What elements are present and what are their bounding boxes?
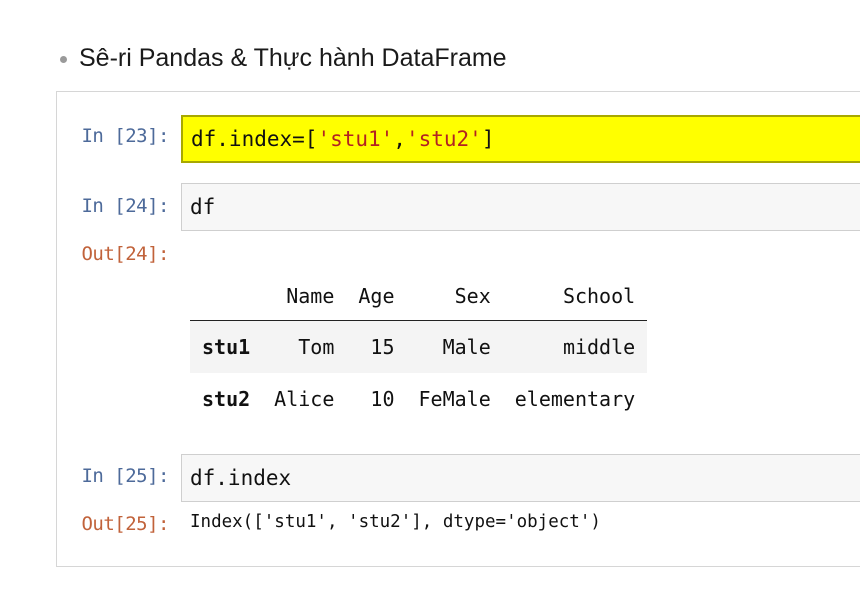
table-row: stu2 Alice 10 FeMale elementary: [190, 373, 647, 425]
slide-heading: Sê-ri Pandas & Thực hành DataFrame: [60, 44, 507, 73]
row-index: stu2: [202, 387, 251, 411]
table-cell: Male: [442, 335, 491, 359]
column-header: Age: [346, 272, 407, 321]
bullet-icon: [60, 56, 67, 63]
cell-24-out-prompt: Out[24]:: [81, 243, 169, 265]
cell-23-in-prompt: In [23]:: [81, 125, 169, 147]
code-text: df: [190, 195, 216, 219]
column-header: Name: [262, 272, 347, 321]
code-text: df.index: [190, 466, 292, 490]
cell-23-input[interactable]: df.index=['stu1','stu2']: [181, 115, 860, 163]
table-cell: Alice: [274, 387, 335, 411]
dataframe-table: Name Age Sex School stu1 Tom 15 Male mid…: [190, 272, 648, 425]
string-literal: 'stu1': [317, 127, 394, 151]
table-cell: 10: [370, 387, 395, 411]
column-header: Sex: [406, 272, 503, 321]
string-literal: 'stu2': [405, 127, 482, 151]
cell-25-input[interactable]: df.index: [181, 454, 860, 502]
code-text: df.index=[: [191, 127, 318, 151]
cell-25-in-prompt: In [25]:: [81, 465, 169, 487]
table-row: stu1 Tom 15 Male middle: [190, 320, 648, 373]
table-cell: middle: [562, 335, 636, 359]
index-header: [190, 272, 263, 321]
table-cell: Tom: [298, 335, 335, 359]
cell-25-output: Index(['stu1', 'stu2'], dtype='object'): [190, 512, 601, 532]
table-cell: elementary: [514, 387, 636, 411]
column-header: School: [502, 272, 648, 321]
notebook: In [23]: df.index=['stu1','stu2'] In [24…: [56, 91, 860, 567]
cell-24-in-prompt: In [24]:: [81, 195, 169, 217]
table-cell: 15: [370, 335, 395, 359]
code-text: ,: [393, 127, 406, 151]
slide-title: Sê-ri Pandas & Thực hành DataFrame: [79, 44, 507, 72]
table-cell: FeMale: [418, 387, 491, 411]
cell-25-out-prompt: Out[25]:: [81, 513, 169, 535]
code-text: ]: [481, 127, 495, 151]
row-index: stu1: [202, 335, 251, 359]
cell-24-input[interactable]: df: [181, 183, 860, 231]
table-header-row: Name Age Sex School: [190, 272, 648, 321]
